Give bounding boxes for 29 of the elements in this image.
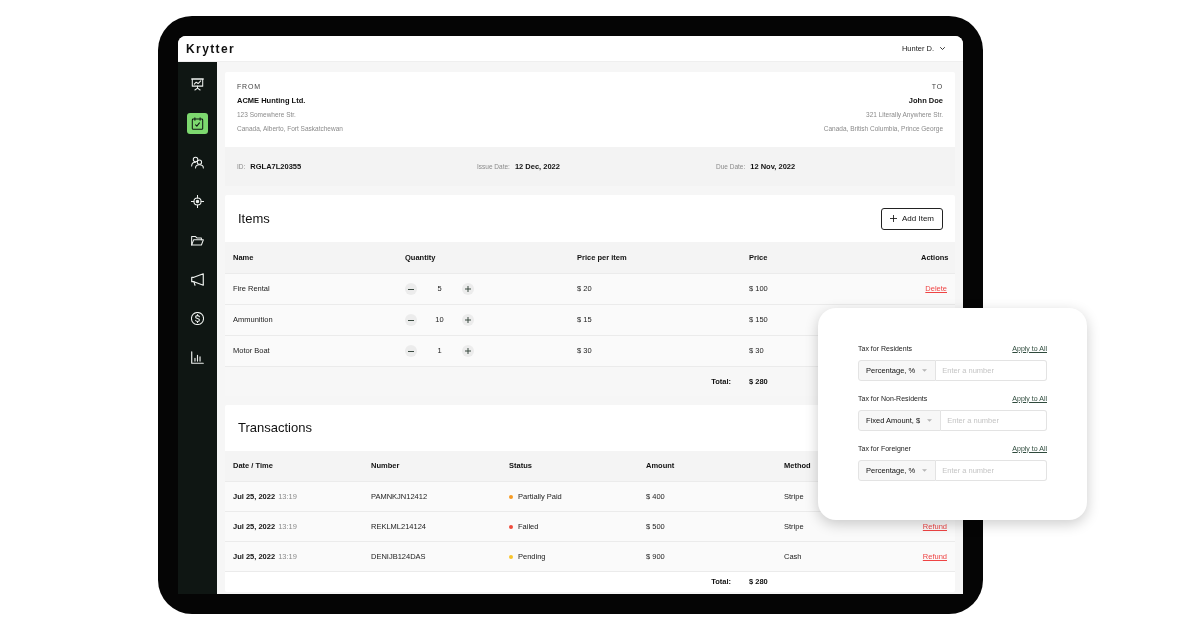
section-title: Transactions — [238, 419, 312, 438]
plus-icon — [890, 215, 897, 222]
plus-icon — [465, 348, 471, 354]
plus-icon — [465, 317, 471, 323]
sidebar-nav-button[interactable] — [187, 113, 208, 134]
increment-button[interactable] — [462, 345, 474, 357]
chevron-down-icon — [940, 47, 945, 50]
decrement-button[interactable] — [405, 345, 417, 357]
folder-icon — [191, 234, 204, 247]
minus-icon — [408, 288, 414, 290]
megaphone-icon — [191, 273, 204, 286]
decrement-button[interactable] — [405, 314, 417, 326]
caret-down-icon — [927, 419, 933, 422]
caret-down-icon — [922, 469, 928, 472]
add-item-button[interactable]: Add Item — [881, 207, 943, 230]
minus-icon — [408, 319, 414, 321]
increment-button[interactable] — [462, 314, 474, 326]
presentation-chart-icon — [191, 78, 204, 91]
target-icon — [191, 195, 204, 208]
increment-button[interactable] — [462, 283, 474, 295]
bar-chart-icon — [191, 351, 204, 364]
plus-icon — [465, 286, 471, 292]
calendar-check-icon — [191, 117, 204, 130]
decrement-button[interactable] — [405, 283, 417, 295]
users-icon — [191, 156, 204, 169]
caret-down-icon — [922, 369, 928, 372]
section-title: Items — [238, 209, 270, 228]
minus-icon — [408, 350, 414, 352]
app-logo: Krytter — [186, 40, 236, 58]
